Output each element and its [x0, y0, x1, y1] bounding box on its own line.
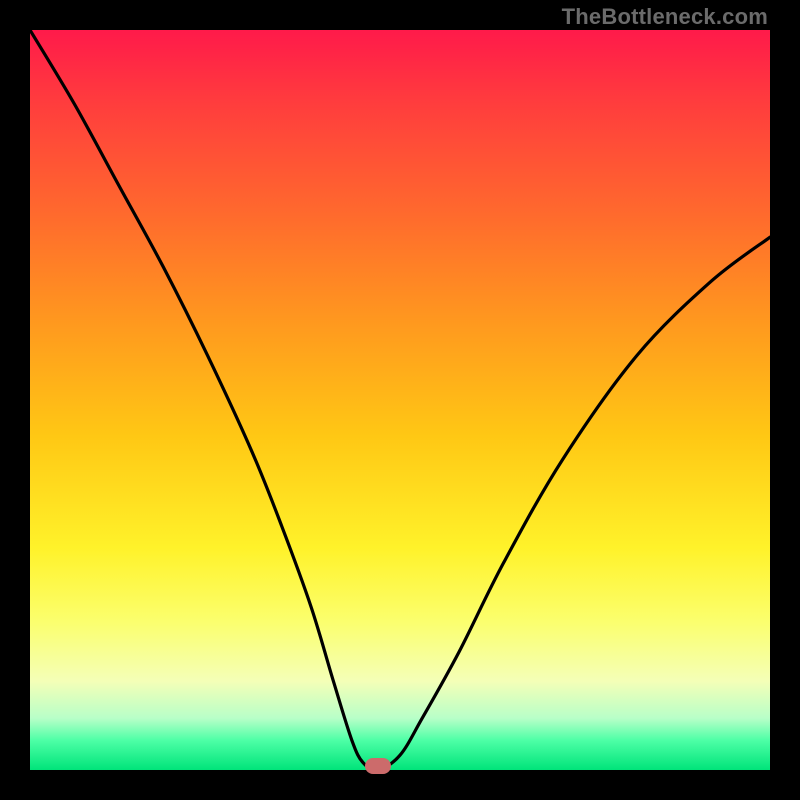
chart-frame: TheBottleneck.com: [0, 0, 800, 800]
bottleneck-curve: [30, 30, 770, 770]
curve-path: [30, 30, 770, 770]
plot-area: [30, 30, 770, 770]
optimal-marker: [365, 758, 391, 774]
watermark-text: TheBottleneck.com: [562, 4, 768, 30]
